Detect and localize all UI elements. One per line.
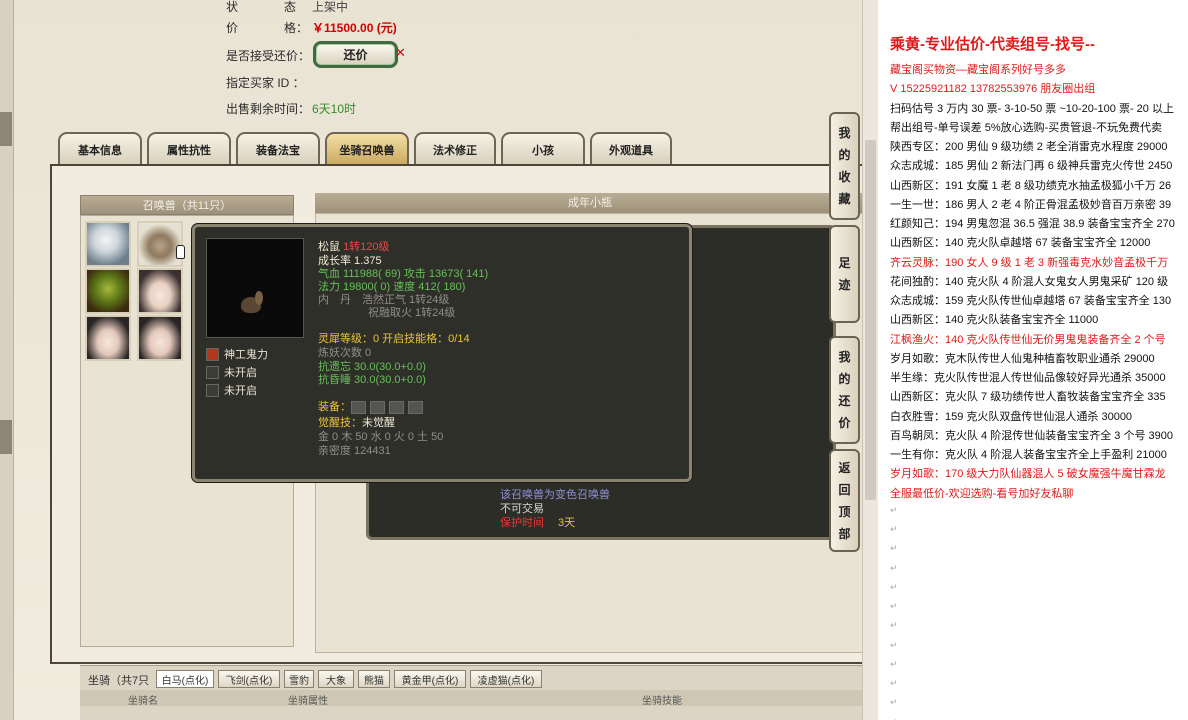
paragraph-mark: ↵ [890,639,898,650]
document-line: 白衣胜雪：159 克火队双盘传世仙混人通杀 30000 [890,410,1133,423]
footprint-button[interactable]: 足迹 [829,225,860,323]
locked-icon [206,365,219,379]
document-line: 红颜知己：194 男鬼忽混 36.5 强混 38.9 装备宝宝齐全 270 [890,218,1175,230]
tab-basic-info[interactable]: 基本信息 [58,132,142,165]
edge-block [0,112,12,146]
page-edge [0,0,14,720]
document-title: 乘黄-专业估价-代卖组号-找号-- [890,36,1095,53]
neidan-row-2: 祝融取火 1转24级 [368,307,456,319]
price-row: 价格： ￥11500.00 (元) [226,21,397,35]
remaining-value: 6天10时 [312,102,357,116]
mounts-section: 坐骑（共7只 白马(点化) 飞剑(点化) 雪豹 大象 熊猫 黄金甲(点化) 凌虚… [80,665,865,720]
price-value: ￥11500.00 (元) [312,21,397,35]
back-to-top-button[interactable]: 返回顶部 [829,449,860,552]
document-line: 一生有你：克火队 4 阶混人装备宝宝齐全上手盈利 21000 [890,449,1167,461]
protection-row: 保护时间 3天 [500,517,576,529]
equipment-row: 装备： [318,398,427,414]
scroll-thumb[interactable] [865,140,876,500]
paragraph-mark: ↵ [890,524,898,534]
remaining-row: 出售剩余时间： 6天10时 [226,102,357,116]
intimacy-row: 亲密度 124431 [318,445,391,457]
skill-row[interactable]: 神工鬼力 [206,346,268,362]
paragraph-mark: ↵ [890,697,898,708]
document-line: 山西新区：140 克火队卓越塔 67 装备宝宝齐全 12000 [890,237,1151,250]
document-line: 全服最低价-欢迎选购-看号加好友私聊 [890,487,1074,500]
status-row: 状态上架中 [226,0,349,14]
document-line: 一生一世：186 男人 2 老 4 阶正骨混孟极妙音百万亲密 39 [890,198,1172,211]
summon-slot-beast[interactable] [85,268,131,314]
document-line: V 15225921182 13782553976 朋友圈出组 [890,83,1096,96]
tab-attributes[interactable]: 属性抗性 [147,132,231,165]
mount-tab[interactable]: 熊猫 [358,670,390,688]
squirrel-portrait [206,238,304,338]
close-icon[interactable]: ✕ [395,45,406,61]
floating-sidebar: 我的收藏 足迹 我的还价 返回顶部 [828,112,862,552]
paragraph-mark: ↵ [890,678,898,688]
tab-spell-correction[interactable]: 法术修正 [414,132,496,165]
summon-list-title: 召唤兽（共11只） [80,195,294,215]
mount-tab[interactable]: 凌虚猫(点化) [470,670,542,688]
paragraph-mark: ↵ [890,620,898,631]
paragraph-mark: ↵ [890,658,898,669]
tab-appearance[interactable]: 外观道具 [590,132,672,165]
cursor-hand-icon [176,245,185,259]
document-line: 藏宝阁买物资—藏宝阁系列好号多多 [890,64,1066,76]
document-line: 山西新区：140 克火队装备宝宝齐全 11000 [890,314,1099,327]
paragraph-mark: ↵ [890,601,898,611]
skill-row[interactable]: 未开启 [206,364,257,380]
item-detail-page: 状态上架中 价格： ￥11500.00 (元) 是否接受还价： 还价 ✕ 指定买家… [0,0,865,720]
skill-icon [206,347,219,361]
document-line: 岁月如歌：克木队传世人仙鬼种植畜牧职业通杀 29000 [890,352,1155,365]
document-line: 扫码估号 3 万内 30 票- 3-10-50 票 ~10-20-100 票- … [890,102,1174,115]
summon-slot-squirrel[interactable] [137,221,183,267]
resist-sleep: 抗昏睡 30.0(30.0+0.0) [318,374,426,386]
my-favorites-button[interactable]: 我的收藏 [829,112,860,220]
document-line: 众志成城：159 克火队传世仙卓越塔 67 装备宝宝齐全 130 [890,295,1172,307]
paragraph-mark: ↵ [890,581,898,592]
mount-tab[interactable]: 飞剑(点化) [218,670,280,688]
summon-slot-wolf[interactable] [85,221,131,267]
document-line: 百鸟朝凤：克火队 4 阶混传世仙装备宝宝齐全 3 个号 3900 [890,429,1173,442]
document-line: 江枫渔火：140 克火队传世仙无价男鬼鬼装备齐全 2 个号 [890,333,1166,346]
skill-row[interactable]: 未开启 [206,382,257,398]
document-line: 半生缘：克火队传世混人传世仙品像较好异光通杀 35000 [890,372,1166,384]
document-line: 齐云灵脉：190 女人 9 级 1 老 3 新强毒克水妙音孟极千万 [890,256,1169,269]
bargain-button[interactable]: 还价 [313,41,398,68]
edge-block [0,420,12,454]
my-bargains-button[interactable]: 我的还价 [829,336,860,444]
document-line: 岁月如歌：170 级大力队仙器混人 5 破女魔强牛魔甘霖龙 [890,468,1166,481]
summon-slot-girl[interactable] [137,315,183,361]
paragraph-mark: ↵ [890,504,898,515]
page-scrollbar[interactable] [862,0,878,720]
text-document-pane: 乘黄-专业估价-代卖组号-找号-- 藏宝阁买物资—藏宝阁系列好号多多 V 1522… [878,0,1188,720]
tab-child[interactable]: 小孩 [501,132,585,165]
mount-tab[interactable]: 大象 [318,670,354,688]
locked-icon [206,383,219,397]
mounts-label: 坐骑（共7只 [88,675,150,687]
summon-detail-title: 成年小瓶 [315,193,865,213]
tab-mounts-summons[interactable]: 坐骑召唤兽 [325,132,409,165]
document-line: 山西新区：克火队 7 级功绩传世人畜牧装备宝宝齐全 335 [890,391,1166,404]
document-line: 众志成城：185 男仙 2 新法门再 6 级神兵雷克火传世 2450 [890,160,1173,173]
paragraph-mark: ↵ [890,717,898,720]
mount-tab[interactable]: 白马(点化) [156,670,214,688]
document-line: 帮出组号-单号误差 5%放心选购-买贵管退-不玩免费代卖 [890,121,1162,134]
paragraph-mark: ↵ [890,562,898,573]
bargain-label: 是否接受还价： [226,49,311,63]
document-line: 山西新区：191 女魔 1 老 8 级功绩克水抽孟极狐小千万 26 [890,179,1172,192]
mount-tab[interactable]: 黄金甲(点化) [394,670,466,688]
summon-slot-girl[interactable] [85,315,131,361]
buyer-id-label: 指定买家 ID ： [226,76,305,90]
paragraph-mark: ↵ [890,543,898,554]
tab-equipment[interactable]: 装备法宝 [236,132,320,165]
mount-table-header: 坐骑名 坐骑属性 坐骑技能 [80,690,865,707]
mount-tab[interactable]: 雪豹 [284,670,314,688]
summon-slot-girl[interactable] [137,268,183,314]
document-line: 陕西专区：200 男仙 9 级功绩 2 老全消雷克水程度 29000 [890,141,1168,153]
document-line: 花间独酌：140 克火队 4 阶混人女鬼女人男鬼采矿 120 级 [890,275,1169,288]
